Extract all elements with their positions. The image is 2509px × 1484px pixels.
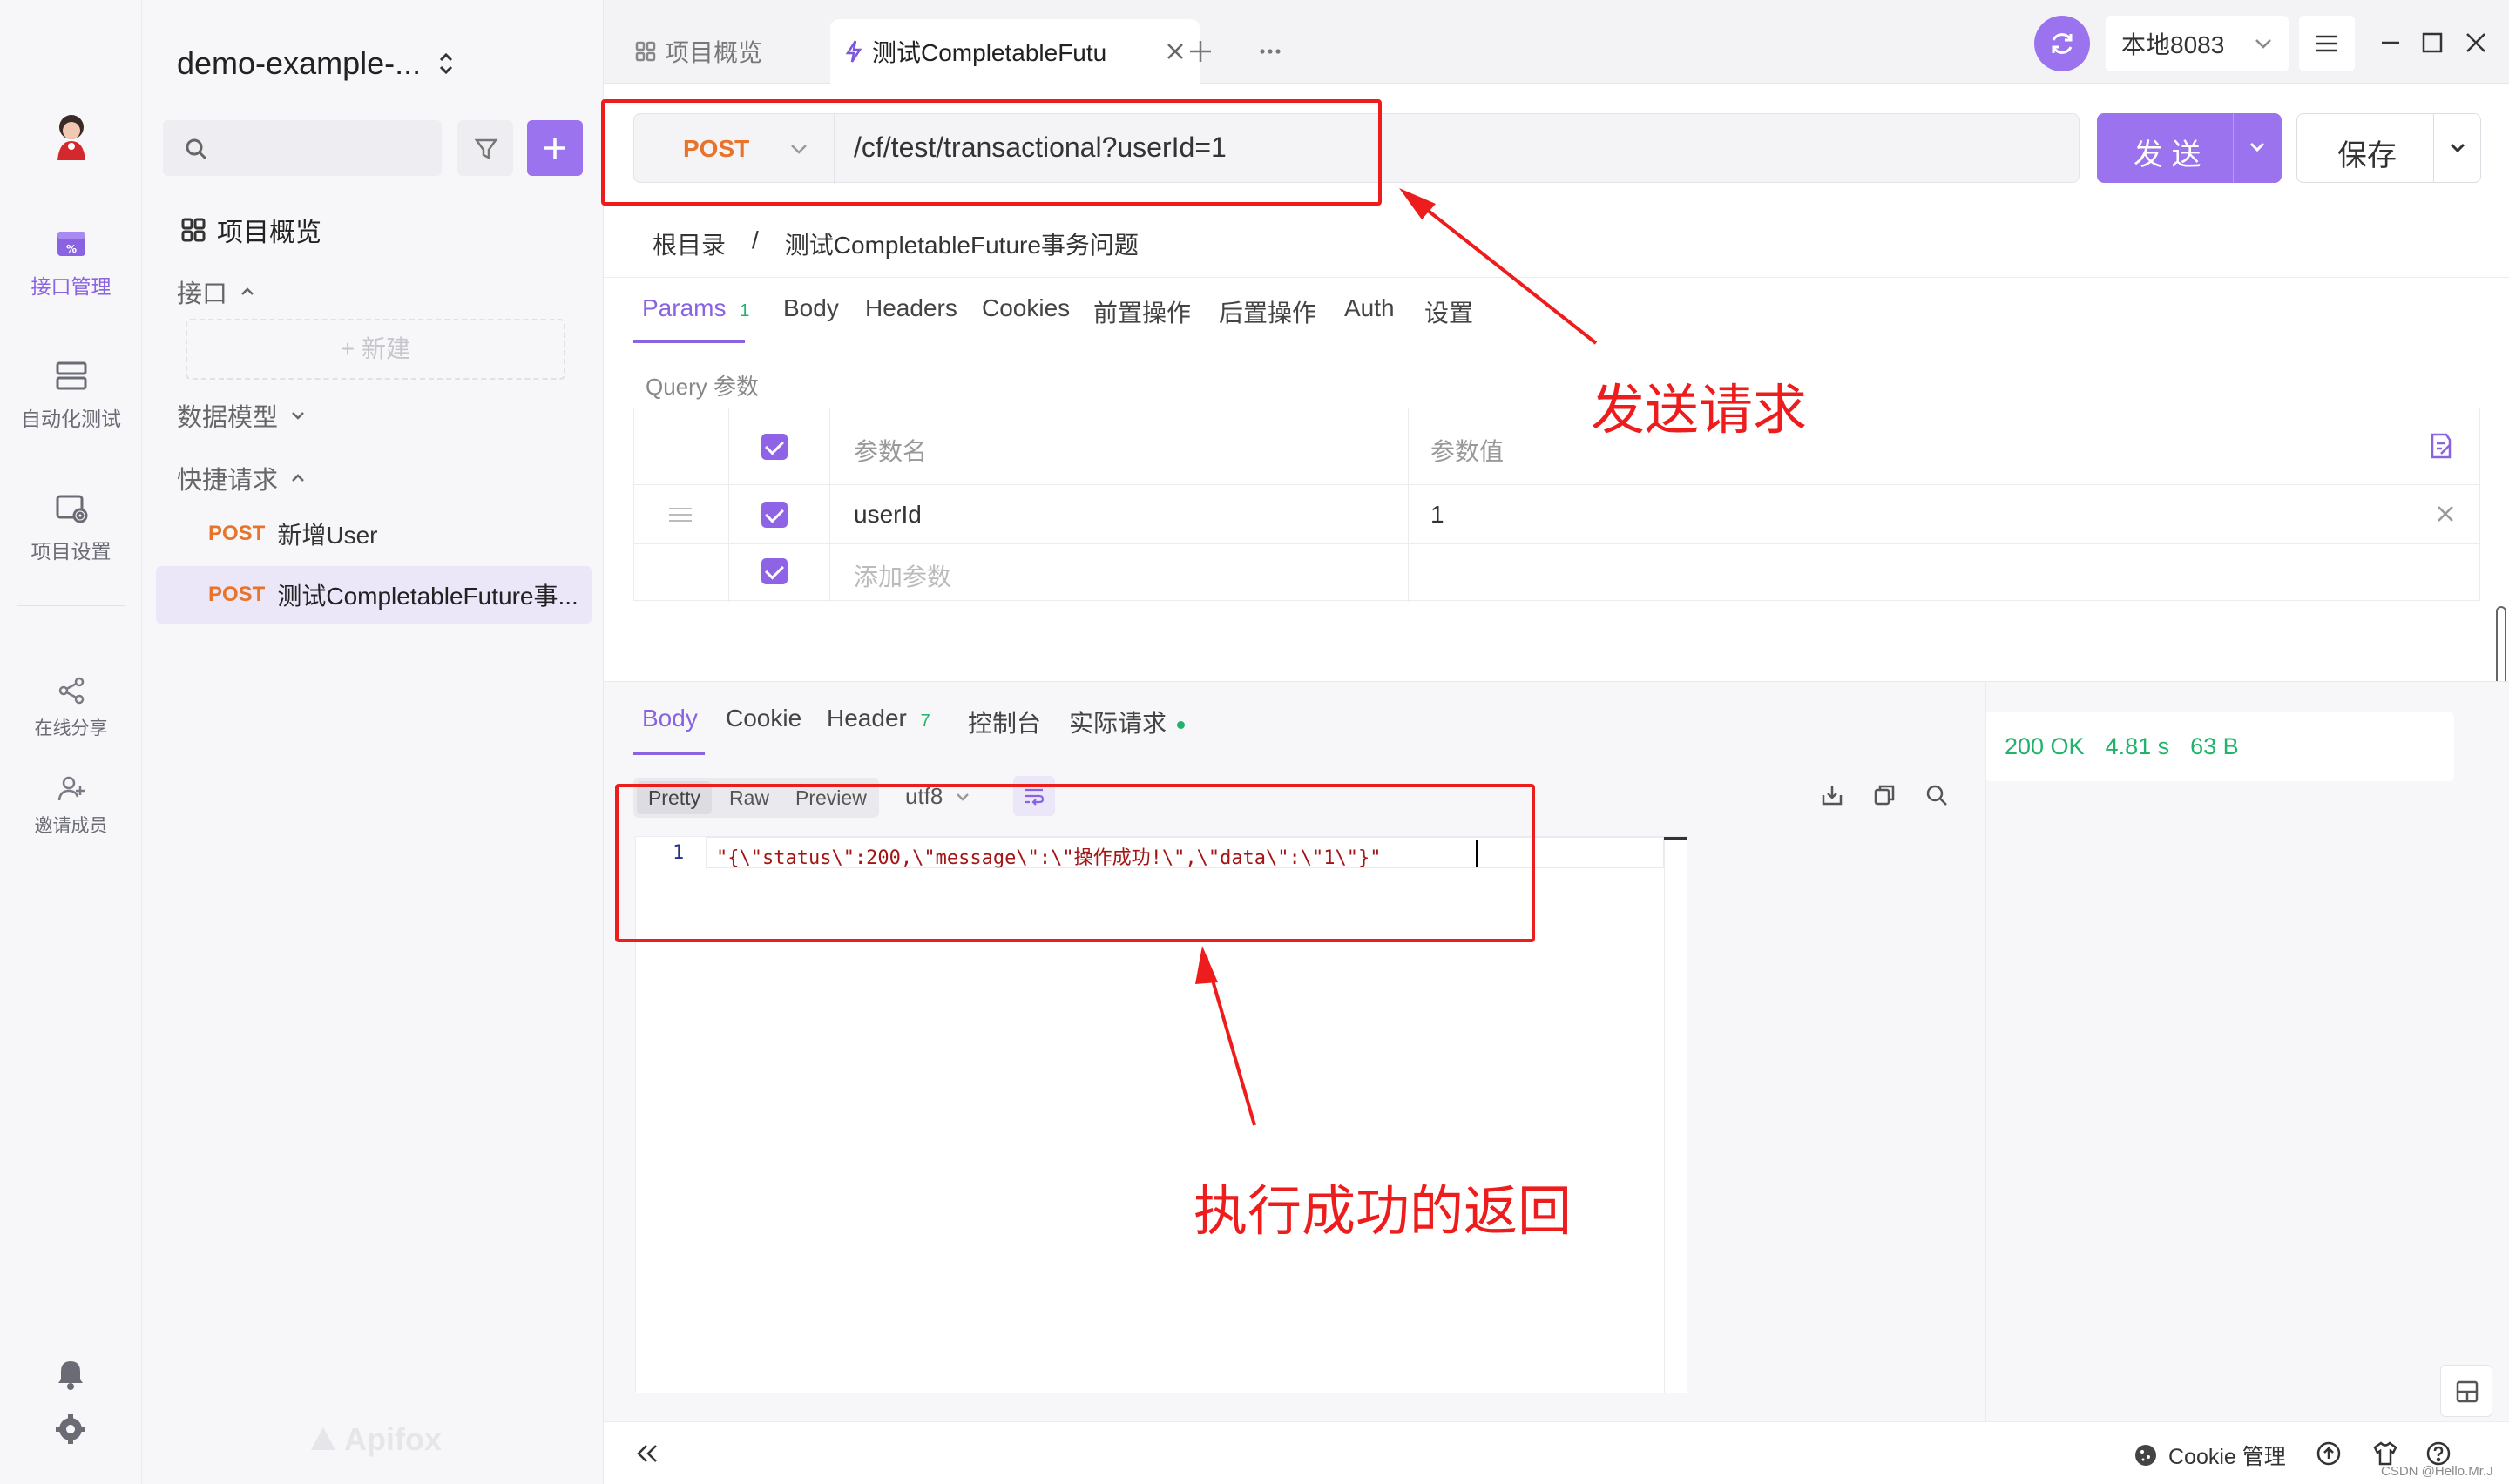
annotation-send-request: 发送请求 [1591,378,1808,442]
annotation-arrows [1195,188,1598,1126]
annotation-success-return: 执行成功的返回 [1194,1179,1572,1243]
